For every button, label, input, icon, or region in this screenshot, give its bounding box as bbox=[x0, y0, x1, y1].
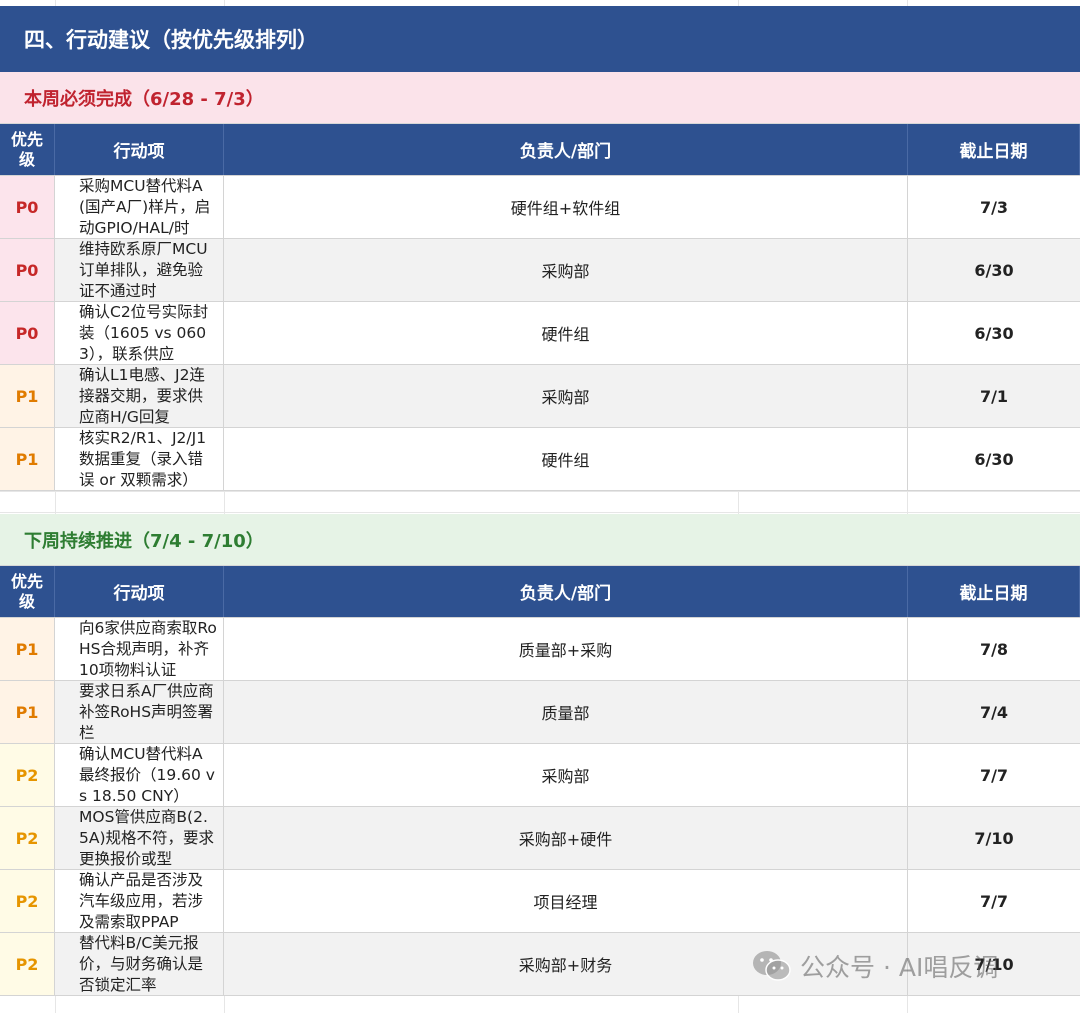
action-text: MOS管供应商B(2.5A)规格不符，要求更换报价或型 bbox=[79, 808, 215, 868]
due-date-cell: 7/4 bbox=[979, 702, 1009, 722]
week1-table: 优先级 行动项 负责人/部门 截止日期 P0 采购MCU替代料A(国产A厂)样片，… bbox=[0, 124, 1080, 491]
action-text: 采购MCU替代料A(国产A厂)样片，启动GPIO/HAL/时 bbox=[79, 177, 211, 237]
action-text: 核实R2/R1、J2/J1数据重复（录入错误 or 双颗需求） bbox=[79, 429, 207, 489]
priority-cell: P0 bbox=[0, 176, 55, 238]
action-cell: 确认L1电感、J2连接器交期，要求供应商H/G回复 bbox=[55, 365, 224, 427]
action-text: 确认C2位号实际封装（1605 vs 0603），联系供应 bbox=[79, 303, 209, 363]
priority-cell: P0 bbox=[0, 239, 55, 301]
due-date-cell: 7/1 bbox=[979, 386, 1009, 406]
due-date-cell: 6/30 bbox=[974, 449, 1014, 469]
table-row: P0 维持欧系原厂MCU订单排队，避免验证不通过时 采购部 6/30 bbox=[0, 239, 1080, 302]
header-owner: 负责人/部门 bbox=[224, 566, 908, 617]
table-row: P2 确认产品是否涉及汽车级应用，若涉及需索取PPAP 项目经理 7/7 bbox=[0, 870, 1080, 933]
owner-cell: 采购部 bbox=[224, 365, 908, 427]
owner-cell: 硬件组 bbox=[224, 302, 908, 364]
header-due: 截止日期 bbox=[908, 566, 1080, 617]
due-date-cell: 7/7 bbox=[979, 765, 1009, 785]
table-row: P1 向6家供应商索取RoHS合规声明，补齐10项物料认证 质量部+采购 7/8 bbox=[0, 618, 1080, 681]
table-row: P2 确认MCU替代料A最终报价（19.60 vs 18.50 CNY） 采购部 7/… bbox=[0, 744, 1080, 807]
priority-cell: P1 bbox=[0, 365, 55, 427]
priority-cell: P1 bbox=[0, 681, 55, 743]
action-cell: 确认C2位号实际封装（1605 vs 0603），联系供应 bbox=[55, 302, 224, 364]
action-text: 确认产品是否涉及汽车级应用，若涉及需索取PPAP bbox=[79, 871, 204, 931]
priority-cell: P2 bbox=[0, 744, 55, 806]
priority-cell: P1 bbox=[0, 428, 55, 490]
grid-line bbox=[0, 491, 1080, 492]
priority-cell: P0 bbox=[0, 302, 55, 364]
watermark-text: 公众号 · AI唱反调 bbox=[800, 953, 999, 982]
owner-cell: 采购部 bbox=[224, 744, 908, 806]
action-text: 维持欧系原厂MCU订单排队，避免验证不通过时 bbox=[79, 240, 208, 300]
watermark: 公众号 · AI唱反调 bbox=[752, 948, 998, 984]
header-due: 截止日期 bbox=[908, 124, 1080, 175]
section-title: 四、行动建议（按优先级排列） bbox=[0, 6, 1080, 72]
week2-title: 下周持续推进（7/4 - 7/10） bbox=[0, 514, 1080, 566]
action-text: 确认L1电感、J2连接器交期，要求供应商H/G回复 bbox=[79, 366, 205, 426]
action-cell: 要求日系A厂供应商补签RoHS声明签署栏 bbox=[55, 681, 224, 743]
action-cell: 确认MCU替代料A最终报价（19.60 vs 18.50 CNY） bbox=[55, 744, 224, 806]
owner-cell: 硬件组 bbox=[224, 428, 908, 490]
action-cell: 核实R2/R1、J2/J1数据重复（录入错误 or 双颗需求） bbox=[55, 428, 224, 490]
table-row: P2 MOS管供应商B(2.5A)规格不符，要求更换报价或型 采购部+硬件 7/10 bbox=[0, 807, 1080, 870]
table-row: P1 确认L1电感、J2连接器交期，要求供应商H/G回复 采购部 7/1 bbox=[0, 365, 1080, 428]
header-owner: 负责人/部门 bbox=[224, 124, 908, 175]
header-action: 行动项 bbox=[55, 566, 224, 617]
owner-cell: 采购部+硬件 bbox=[224, 807, 908, 869]
due-date-cell: 7/8 bbox=[979, 639, 1009, 659]
action-text: 替代料B/C美元报价，与财务确认是否锁定汇率 bbox=[79, 934, 204, 994]
priority-cell: P2 bbox=[0, 933, 55, 995]
owner-cell: 硬件组+软件组 bbox=[224, 176, 908, 238]
action-cell: 维持欧系原厂MCU订单排队，避免验证不通过时 bbox=[55, 239, 224, 301]
action-cell: 替代料B/C美元报价，与财务确认是否锁定汇率 bbox=[55, 933, 224, 995]
action-cell: MOS管供应商B(2.5A)规格不符，要求更换报价或型 bbox=[55, 807, 224, 869]
action-text: 确认MCU替代料A最终报价（19.60 vs 18.50 CNY） bbox=[79, 745, 215, 805]
owner-cell: 采购部 bbox=[224, 239, 908, 301]
priority-cell: P1 bbox=[0, 618, 55, 680]
week2-table: 优先级 行动项 负责人/部门 截止日期 P1 向6家供应商索取RoHS合规声明，补… bbox=[0, 566, 1080, 996]
header-action: 行动项 bbox=[55, 124, 224, 175]
wechat-icon bbox=[752, 949, 792, 983]
header-priority: 优先级 bbox=[0, 124, 55, 175]
table-header-row: 优先级 行动项 负责人/部门 截止日期 bbox=[0, 566, 1080, 618]
week1-title: 本周必须完成（6/28 - 7/3） bbox=[0, 72, 1080, 124]
table-header-row: 优先级 行动项 负责人/部门 截止日期 bbox=[0, 124, 1080, 176]
action-text: 向6家供应商索取RoHS合规声明，补齐10项物料认证 bbox=[79, 619, 217, 679]
action-text: 要求日系A厂供应商补签RoHS声明签署栏 bbox=[79, 682, 214, 742]
priority-cell: P2 bbox=[0, 807, 55, 869]
due-date-cell: 6/30 bbox=[974, 260, 1014, 280]
owner-cell: 质量部 bbox=[224, 681, 908, 743]
header-priority: 优先级 bbox=[0, 566, 55, 617]
table-row: P0 采购MCU替代料A(国产A厂)样片，启动GPIO/HAL/时 硬件组+软件组 7… bbox=[0, 176, 1080, 239]
action-cell: 采购MCU替代料A(国产A厂)样片，启动GPIO/HAL/时 bbox=[55, 176, 224, 238]
owner-cell: 项目经理 bbox=[224, 870, 908, 932]
action-cell: 确认产品是否涉及汽车级应用，若涉及需索取PPAP bbox=[55, 870, 224, 932]
table-row: P0 确认C2位号实际封装（1605 vs 0603），联系供应 硬件组 6/30 bbox=[0, 302, 1080, 365]
owner-cell: 质量部+采购 bbox=[224, 618, 908, 680]
due-date-cell: 7/3 bbox=[979, 197, 1009, 217]
priority-cell: P2 bbox=[0, 870, 55, 932]
action-cell: 向6家供应商索取RoHS合规声明，补齐10项物料认证 bbox=[55, 618, 224, 680]
table-row: P1 要求日系A厂供应商补签RoHS声明签署栏 质量部 7/4 bbox=[0, 681, 1080, 744]
grid-line bbox=[0, 512, 1080, 513]
due-date-cell: 6/30 bbox=[974, 323, 1014, 343]
table-row: P1 核实R2/R1、J2/J1数据重复（录入错误 or 双颗需求） 硬件组 6/30 bbox=[0, 428, 1080, 491]
due-date-cell: 7/7 bbox=[979, 891, 1009, 911]
due-date-cell: 7/10 bbox=[974, 828, 1014, 848]
